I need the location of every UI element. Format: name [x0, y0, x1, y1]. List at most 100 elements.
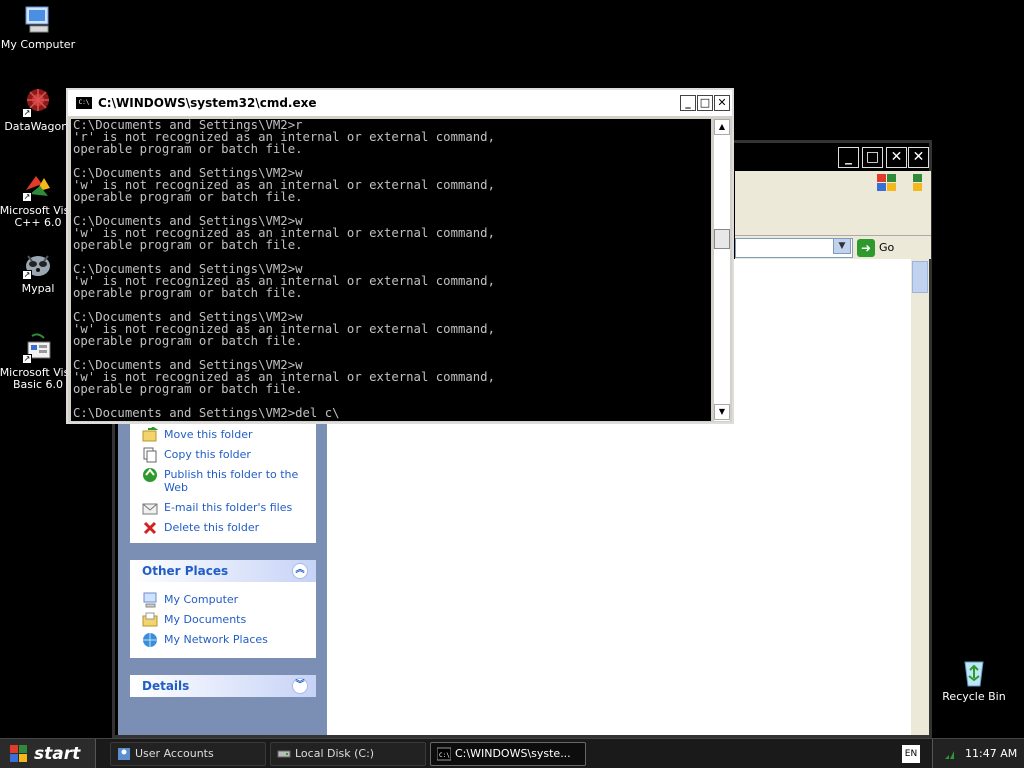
console-line: operable program or batch file.	[73, 334, 303, 348]
other-places-header[interactable]: Other Places ︽	[130, 560, 316, 582]
publish-web-icon	[143, 468, 157, 482]
svg-text:C:\: C:\	[439, 752, 450, 759]
vertical-scrollbar[interactable]	[911, 259, 929, 735]
desktop-icon-label: My Computer	[0, 39, 76, 51]
network-places-icon	[143, 633, 157, 647]
toolbar	[735, 195, 931, 235]
file-folder-tasks-panel: Move this folder Copy this folder Publis…	[130, 423, 316, 543]
shortcut-arrow-icon: ↗	[22, 270, 32, 280]
mypal-icon: ↗	[22, 248, 54, 280]
cmd-titlebar[interactable]: C:\ C:\WINDOWS\system32\cmd.exe _ □ ✕	[68, 90, 732, 116]
taskbar-button-user-accounts[interactable]: User Accounts	[110, 742, 266, 766]
place-label: My Computer	[164, 593, 239, 606]
details-header[interactable]: Details ︾	[130, 675, 316, 697]
start-button[interactable]: start	[0, 739, 96, 768]
other-places-panel: Other Places ︽ My Computer My Documents …	[130, 560, 316, 658]
visual-basic-icon: ↗	[22, 332, 54, 364]
console-line: operable program or batch file.	[73, 142, 303, 156]
windows-logo-icon	[877, 174, 896, 191]
console-line: operable program or batch file.	[73, 190, 303, 204]
taskbar-button-label: Local Disk (C:)	[295, 747, 375, 760]
recycle-bin-icon	[958, 656, 990, 688]
place-network[interactable]: My Network Places	[140, 633, 306, 647]
console-line: operable program or batch file.	[73, 286, 303, 300]
cmd-icon: C:\	[76, 97, 92, 109]
menu-bar	[735, 171, 931, 195]
console-line: C:\Documents and Settings\VM2>del c\	[73, 406, 340, 420]
vertical-scrollbar[interactable]: ▲ ▼	[713, 119, 730, 421]
network-tray-icon[interactable]	[943, 747, 957, 761]
chevron-up-icon[interactable]: ︽	[292, 563, 308, 579]
copy-folder-icon	[143, 447, 157, 463]
maximize-button[interactable]: □	[862, 147, 883, 168]
place-label: My Network Places	[164, 633, 268, 646]
console-output[interactable]: C:\Documents and Settings\VM2>r'r' is no…	[71, 119, 711, 421]
task-label: Delete this folder	[164, 521, 260, 534]
task-label: Copy this folder	[164, 448, 251, 461]
cmd-window: C:\ C:\WINDOWS\system32\cmd.exe _ □ ✕ C:…	[66, 88, 734, 424]
shortcut-arrow-icon: ↗	[22, 354, 32, 364]
close-button[interactable]: ✕	[908, 147, 929, 168]
task-move-folder[interactable]: Move this folder	[140, 427, 306, 442]
task-label: Move this folder	[164, 428, 253, 441]
task-pane: Move this folder Copy this folder Publis…	[118, 423, 327, 735]
place-my-documents[interactable]: My Documents	[140, 612, 306, 627]
desktop-icon-label: Recycle Bin	[942, 691, 1006, 703]
close-button[interactable]: ✕	[886, 147, 907, 168]
console-line: operable program or batch file.	[73, 238, 303, 252]
go-arrow-icon: ➜	[857, 239, 875, 257]
taskbar-button-cmd[interactable]: C:\ C:\WINDOWS\syste...	[430, 742, 586, 766]
scrollbar-thumb[interactable]	[912, 261, 928, 293]
task-label: E-mail this folder's files	[164, 501, 293, 514]
my-documents-icon	[142, 612, 158, 627]
place-label: My Documents	[164, 613, 247, 626]
window-title: C:\WINDOWS\system32\cmd.exe	[98, 96, 317, 110]
taskbar-button-local-disk[interactable]: Local Disk (C:)	[270, 742, 426, 766]
clock: 11:47 AM	[965, 747, 1018, 760]
task-delete-folder[interactable]: Delete this folder	[140, 521, 306, 535]
console-text: C:\Documents and Settings\VM2>r'r' is no…	[71, 119, 711, 419]
task-email-files[interactable]: E-mail this folder's files	[140, 501, 306, 515]
details-panel: Details ︾	[130, 675, 316, 697]
taskbar-button-label: C:\WINDOWS\syste...	[455, 747, 571, 760]
panel-title: Details	[142, 679, 190, 693]
start-label: start	[34, 744, 81, 764]
local-disk-icon	[277, 750, 291, 758]
taskbar-button-label: User Accounts	[135, 747, 214, 760]
shortcut-arrow-icon: ↗	[22, 192, 32, 202]
shortcut-arrow-icon: ↗	[22, 108, 32, 118]
user-accounts-icon	[118, 748, 130, 760]
task-copy-folder[interactable]: Copy this folder	[140, 447, 306, 463]
email-icon	[142, 503, 158, 515]
language-indicator[interactable]: EN	[902, 745, 920, 763]
visual-cpp-icon: ↗	[22, 170, 54, 202]
windows-logo-icon	[10, 745, 27, 762]
scroll-down-icon[interactable]: ▼	[714, 404, 730, 420]
address-bar: ▼ ➜ Go	[735, 235, 931, 259]
delete-icon	[143, 521, 157, 535]
datawagon-icon: ↗	[22, 86, 54, 118]
close-button[interactable]: ✕	[714, 95, 730, 111]
move-folder-icon	[142, 427, 158, 442]
place-my-computer[interactable]: My Computer	[140, 592, 306, 608]
scrollbar-thumb[interactable]	[714, 229, 730, 249]
taskbar: start User Accounts Local Disk (C:) C:\ …	[0, 738, 1024, 768]
scroll-up-icon[interactable]: ▲	[714, 119, 730, 135]
go-button[interactable]: ➜ Go	[857, 238, 927, 258]
desktop-icon-my-computer[interactable]: My Computer	[0, 4, 78, 51]
task-label: Web	[164, 481, 188, 494]
task-label: Publish this folder to the	[164, 468, 299, 481]
minimize-button[interactable]: _	[838, 147, 859, 168]
maximize-button[interactable]: □	[697, 95, 713, 111]
my-computer-icon	[22, 4, 54, 36]
chevron-down-icon[interactable]: ︾	[292, 678, 308, 694]
minimize-button[interactable]: _	[680, 95, 696, 111]
system-tray: 11:47 AM	[932, 739, 1024, 768]
cmd-icon: C:\	[437, 747, 451, 761]
panel-title: Other Places	[142, 564, 229, 578]
console-line: operable program or batch file.	[73, 382, 303, 396]
task-publish-folder[interactable]: Publish this folder to the Web	[140, 468, 306, 494]
desktop-icon-recycle-bin[interactable]: Recycle Bin	[934, 656, 1014, 703]
my-computer-icon	[143, 592, 157, 608]
chevron-down-icon[interactable]: ▼	[833, 238, 851, 254]
